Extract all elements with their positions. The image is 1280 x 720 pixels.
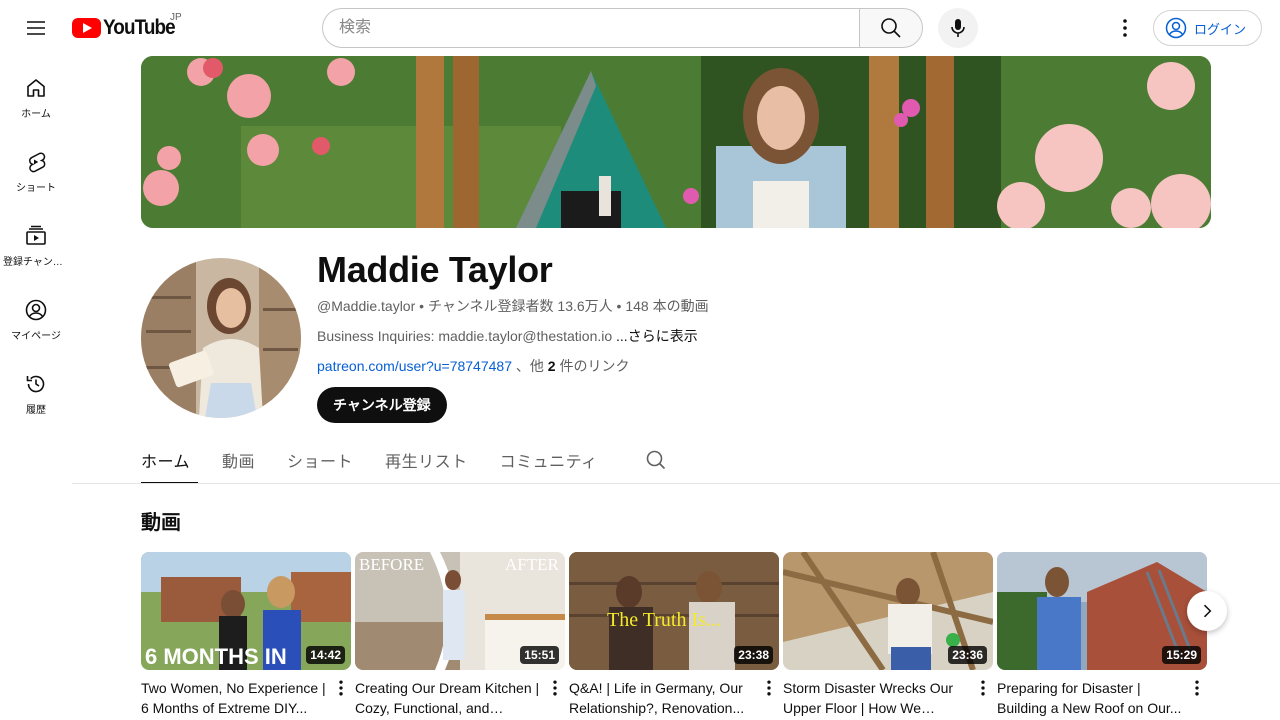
video-title[interactable]: Two Women, No Experience | 6 Months of E… — [141, 678, 327, 718]
login-button[interactable]: ログイン — [1153, 10, 1263, 46]
channel-search-button[interactable] — [644, 436, 668, 484]
more-vertical-icon — [1123, 19, 1127, 37]
channel-banner — [141, 56, 1211, 228]
more-vertical-icon — [339, 680, 343, 696]
shelf-title[interactable]: 動画 — [141, 506, 181, 535]
more-vertical-icon — [767, 680, 771, 696]
sidebar-item-label: マイページ — [11, 331, 61, 342]
youtube-logo[interactable]: YouTube JP — [72, 12, 183, 40]
links-suffix-post[interactable]: 件のリンク — [556, 358, 629, 374]
menu-icon[interactable] — [16, 8, 56, 48]
channel-avatar — [141, 258, 301, 418]
video-duration: 14:42 — [306, 646, 345, 664]
microphone-icon — [951, 19, 965, 37]
search-input[interactable] — [322, 8, 859, 48]
home-icon — [27, 79, 45, 97]
more-links-count[interactable]: 2 — [548, 358, 556, 374]
meta-separator: • — [612, 298, 626, 314]
you-icon — [25, 299, 47, 321]
subscriptions-icon — [26, 225, 46, 245]
settings-more-button[interactable] — [1105, 8, 1145, 48]
channel-handle: @Maddie.taylor — [317, 298, 416, 314]
video-thumbnail[interactable]: The Truth Is... 23:38 — [569, 552, 779, 670]
sidebar-item-shorts[interactable]: ショート — [0, 130, 72, 204]
meta-separator: • — [415, 298, 428, 314]
video-menu-button[interactable] — [759, 676, 779, 700]
sidebar-item-label: 登録チャンネル — [3, 257, 69, 268]
login-label: ログイン — [1194, 21, 1247, 37]
more-vertical-icon — [553, 680, 557, 696]
video-menu-button[interactable] — [973, 676, 993, 700]
subscriber-count: チャンネル登録者数 13.6万人 — [427, 298, 613, 314]
sidebar-item-label: 履歴 — [26, 405, 46, 416]
more-vertical-icon — [981, 680, 985, 696]
search-icon — [881, 18, 901, 38]
tab-playlists[interactable]: 再生リスト — [385, 436, 476, 484]
youtube-play-icon — [72, 18, 101, 38]
video-duration: 23:38 — [734, 646, 773, 664]
video-card[interactable]: The Truth Is... 23:38 Q&A! | Life in Ger… — [569, 552, 779, 718]
chevron-right-icon — [1203, 604, 1212, 618]
sidebar-item-label: ショート — [16, 183, 56, 194]
video-title[interactable]: Creating Our Dream Kitchen | Cozy, Funct… — [355, 678, 541, 718]
mini-guide: ホーム ショート 登録チャンネル マイページ 履歴 — [0, 56, 72, 426]
thumbnail-overlay-text: The Truth Is... — [607, 609, 721, 631]
video-duration: 15:29 — [1162, 646, 1201, 664]
subscribe-button[interactable]: チャンネル登録 — [317, 387, 447, 423]
links-suffix-pre: 、他 — [511, 358, 548, 374]
search-button[interactable] — [859, 8, 923, 48]
history-icon — [26, 375, 45, 393]
video-card[interactable]: BEFORE AFTER 15:51 Creating Our Dream Ki… — [355, 552, 565, 718]
channel-meta: @Maddie.taylor • チャンネル登録者数 13.6万人 • 148 … — [317, 296, 709, 316]
thumbnail-overlay-text: 6 MONTHS IN — [145, 644, 287, 669]
video-card[interactable]: 15:29 Preparing for Disaster | Building … — [997, 552, 1207, 718]
masthead: YouTube JP ログイン — [0, 0, 1280, 56]
video-card[interactable]: 6 MONTHS IN 14:42 Two Women, No Experien… — [141, 552, 351, 718]
video-count: 148 本の動画 — [625, 298, 709, 314]
video-menu-button[interactable] — [1187, 676, 1207, 700]
tab-community[interactable]: コミュニティ — [500, 436, 606, 484]
video-menu-button[interactable] — [545, 676, 565, 700]
show-more-link[interactable]: ...さらに表示 — [616, 328, 698, 344]
sidebar-item-label: ホーム — [21, 109, 51, 120]
video-thumbnail[interactable]: 15:29 — [997, 552, 1207, 670]
shorts-icon — [29, 152, 46, 173]
channel-name: Maddie Taylor — [317, 249, 553, 290]
sidebar-item-you[interactable]: マイページ — [0, 278, 72, 352]
tab-home[interactable]: ホーム — [141, 436, 199, 484]
thumbnail-after-text: AFTER — [505, 555, 560, 574]
sidebar-item-history[interactable]: 履歴 — [0, 352, 72, 426]
tab-shorts[interactable]: ショート — [287, 436, 361, 484]
tabs-divider — [72, 483, 1280, 484]
video-card[interactable]: 23:36 Storm Disaster Wrecks Our Upper Fl… — [783, 552, 993, 718]
video-title[interactable]: Q&A! | Life in Germany, Our Relationship… — [569, 678, 755, 718]
video-thumbnail[interactable]: 6 MONTHS IN 14:42 — [141, 552, 351, 670]
region-code: JP — [170, 12, 182, 23]
video-thumbnail[interactable]: 23:36 — [783, 552, 993, 670]
patreon-link[interactable]: patreon.com/user?u=78747487 — [317, 358, 512, 374]
sidebar-item-subscriptions[interactable]: 登録チャンネル — [0, 204, 72, 278]
search-box — [322, 8, 923, 48]
video-title[interactable]: Storm Disaster Wrecks Our Upper Floor | … — [783, 678, 969, 718]
video-duration: 23:36 — [948, 646, 987, 664]
channel-description[interactable]: Business Inquiries: maddie.taylor@thesta… — [317, 326, 698, 346]
video-title[interactable]: Preparing for Disaster | Building a New … — [997, 678, 1183, 718]
video-duration: 15:51 — [520, 646, 559, 664]
search-icon — [646, 450, 665, 470]
video-menu-button[interactable] — [331, 676, 351, 700]
voice-search-button[interactable] — [938, 8, 978, 48]
more-vertical-icon — [1195, 680, 1199, 696]
channel-links: patreon.com/user?u=78747487 、他 2 件のリンク — [317, 356, 629, 376]
channel-tabs: ホーム 動画 ショート 再生リスト コミュニティ — [141, 436, 668, 484]
shelf-next-button[interactable] — [1187, 591, 1227, 631]
sidebar-item-home[interactable]: ホーム — [0, 56, 72, 130]
tab-videos[interactable]: 動画 — [222, 436, 263, 484]
account-icon — [1165, 17, 1187, 39]
logo-text: YouTube — [103, 16, 176, 39]
thumbnail-before-text: BEFORE — [359, 555, 424, 574]
description-text: Business Inquiries: maddie.taylor@thesta… — [317, 328, 617, 344]
video-thumbnail[interactable]: BEFORE AFTER 15:51 — [355, 552, 565, 670]
